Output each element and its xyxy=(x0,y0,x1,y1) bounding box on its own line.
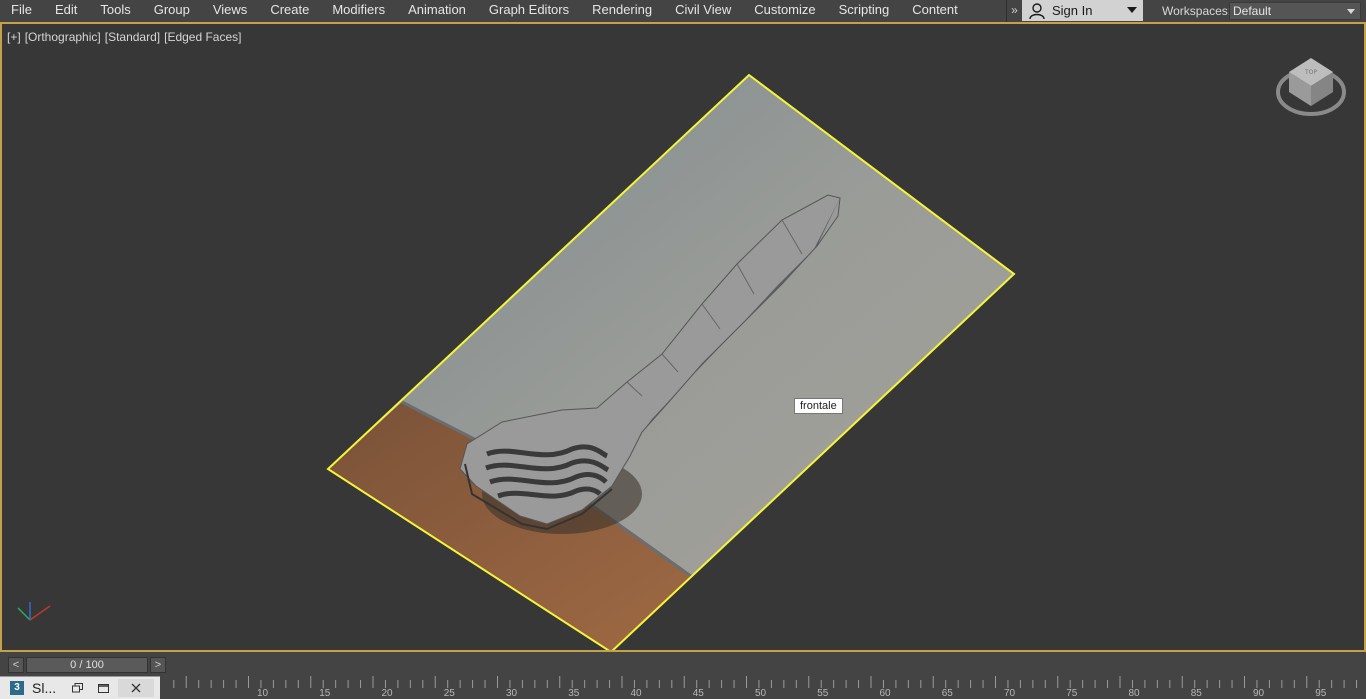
user-icon xyxy=(1029,2,1045,19)
track-bar-label: 50 xyxy=(754,688,767,699)
viewport-menu-plus[interactable]: [+] xyxy=(7,30,21,44)
menu-file[interactable]: File xyxy=(0,0,43,22)
chevron-down-icon xyxy=(1347,9,1355,14)
minimized-window-title: Sl... xyxy=(32,680,57,696)
track-bar-label: 90 xyxy=(1252,688,1265,699)
menu-views[interactable]: Views xyxy=(201,0,258,22)
track-bar-label: 85 xyxy=(1190,688,1202,699)
close-button[interactable] xyxy=(118,679,154,697)
axis-tripod-icon xyxy=(17,602,51,621)
track-bar-label: 10 xyxy=(256,688,269,699)
menu-civil-view[interactable]: Civil View xyxy=(663,0,742,22)
close-icon xyxy=(131,683,141,693)
viewport-menu-projection[interactable]: [Orthographic] xyxy=(25,30,101,44)
viewport-orthographic[interactable]: [+] [Orthographic] [Standard] [Edged Faces]… xyxy=(0,22,1366,652)
menu-content[interactable]: Content xyxy=(900,0,969,22)
track-bar-label: 65 xyxy=(941,688,953,699)
track-bar-label: 45 xyxy=(692,688,704,699)
workspaces-value: Default xyxy=(1233,4,1272,18)
menu-scripting[interactable]: Scripting xyxy=(827,0,901,22)
restore-icon xyxy=(71,683,83,693)
menu-tools[interactable]: Tools xyxy=(88,0,141,22)
app-icon: 3 xyxy=(10,681,24,695)
menu-overflow-button[interactable]: » xyxy=(1006,0,1022,22)
minimized-window[interactable]: 3 Sl... xyxy=(0,676,160,699)
track-bar-label: 80 xyxy=(1128,688,1140,699)
menu-animation[interactable]: Animation xyxy=(396,0,477,22)
sign-in-label: Sign In xyxy=(1052,3,1093,18)
menu-modifiers[interactable]: Modifiers xyxy=(320,0,396,22)
menu-rendering[interactable]: Rendering xyxy=(580,0,663,22)
track-bar[interactable]: 101520253035404550556065707580859095100 xyxy=(162,676,1366,699)
time-next-button[interactable]: > xyxy=(150,657,166,673)
time-slider[interactable]: < 0 / 100 > xyxy=(8,657,166,673)
menu-create[interactable]: Create xyxy=(258,0,320,22)
maximize-icon xyxy=(97,683,109,693)
viewport-menu-shading[interactable]: [Standard] xyxy=(105,30,160,44)
viewport-scene xyxy=(326,73,1016,650)
time-frame-indicator[interactable]: 0 / 100 xyxy=(26,657,148,673)
time-prev-button[interactable]: < xyxy=(8,657,24,673)
workspaces-dropdown[interactable]: Default xyxy=(1229,2,1361,20)
menu-edit[interactable]: Edit xyxy=(43,0,88,22)
object-tooltip: frontale xyxy=(794,398,843,414)
track-bar-label: 20 xyxy=(381,688,393,699)
track-bar-label: 15 xyxy=(319,688,331,699)
chevron-down-icon[interactable] xyxy=(1127,7,1137,13)
workspaces-label: Workspaces: xyxy=(1162,4,1232,18)
viewcube-face-label: TOP xyxy=(1304,69,1317,76)
menu-graph-editors[interactable]: Graph Editors xyxy=(477,0,580,22)
viewcube-icon[interactable]: TOP xyxy=(1275,54,1347,126)
maximize-button[interactable] xyxy=(94,680,112,696)
track-bar-label: 40 xyxy=(630,688,642,699)
track-bar-label: 60 xyxy=(879,688,891,699)
menu-group[interactable]: Group xyxy=(142,0,201,22)
bottom-panel: < 0 / 100 > 3 Sl... 10 15 20 25 30 35 40 45 50 55… xyxy=(0,652,1366,699)
menu-customize[interactable]: Customize xyxy=(742,0,826,22)
viewport-menu-display[interactable]: [Edged Faces] xyxy=(164,30,241,44)
track-bar-label: 70 xyxy=(1003,688,1016,699)
track-bar-label: 55 xyxy=(817,688,829,699)
track-bar-label: 35 xyxy=(568,688,580,699)
restore-button[interactable] xyxy=(68,680,86,696)
track-bar-label: 25 xyxy=(443,688,455,699)
track-bar-label: 75 xyxy=(1066,688,1078,699)
track-bar-ticks xyxy=(173,676,1358,688)
sign-in-button[interactable]: Sign In xyxy=(1022,0,1143,21)
track-bar-label: 30 xyxy=(505,688,518,699)
track-bar-label: 95 xyxy=(1315,688,1327,699)
viewport-label: [+] [Orthographic] [Standard] [Edged Faces] xyxy=(7,30,246,44)
